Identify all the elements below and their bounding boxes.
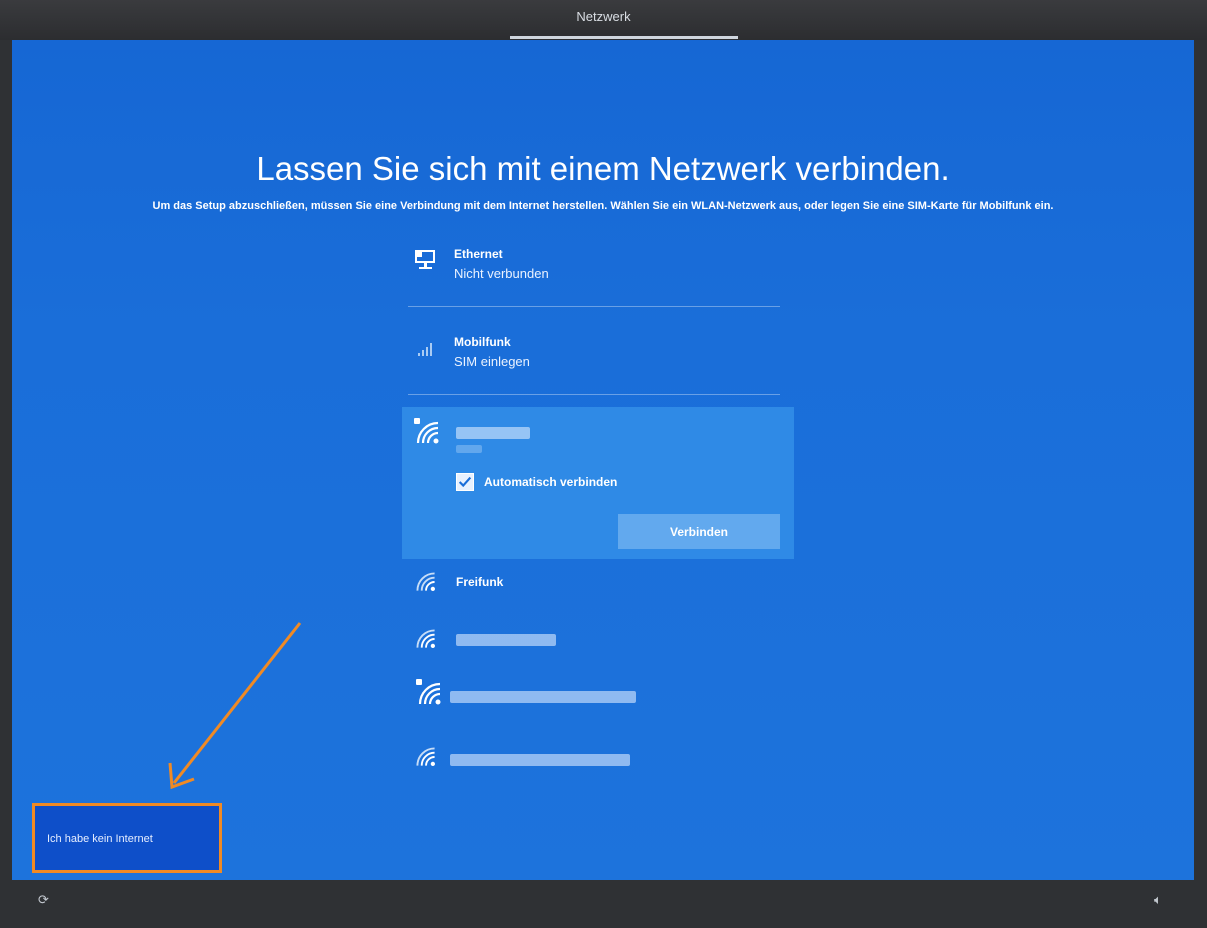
- volume-icon[interactable]: 🔈︎: [1154, 892, 1162, 908]
- no-internet-link[interactable]: Ich habe kein Internet: [32, 803, 222, 873]
- mobile-status: SIM einlegen: [454, 354, 530, 369]
- wifi-name: Freifunk: [456, 575, 504, 589]
- network-wifi-selected[interactable]: Automatisch verbinden Verbinden: [402, 407, 794, 559]
- mobile-name: Mobilfunk: [454, 335, 511, 349]
- ethernet-status: Nicht verbunden: [454, 266, 549, 281]
- ease-of-access-icon[interactable]: ⟳: [38, 892, 49, 908]
- redacted-network-name: [450, 754, 630, 766]
- network-ethernet[interactable]: Ethernet Nicht verbunden: [408, 240, 780, 300]
- connect-button[interactable]: Verbinden: [618, 514, 780, 549]
- wifi-icon: [416, 747, 435, 766]
- auto-connect-label: Automatisch verbinden: [484, 475, 618, 489]
- redacted-network-name: [456, 427, 530, 439]
- network-wifi-secured-redacted[interactable]: [414, 679, 714, 712]
- ethernet-name: Ethernet: [454, 247, 503, 261]
- bottom-bar: ⟳ 🔈︎: [0, 880, 1207, 928]
- no-internet-label: Ich habe kein Internet: [47, 833, 153, 845]
- network-wifi-redacted-2[interactable]: [414, 745, 714, 775]
- wifi-secured-icon: [416, 679, 441, 705]
- cellular-signal-icon: [418, 343, 432, 356]
- annotation-arrow-icon: [168, 622, 302, 790]
- network-wifi-freifunk[interactable]: Freifunk: [414, 570, 714, 600]
- network-wifi-redacted[interactable]: [414, 627, 714, 657]
- divider: [408, 394, 780, 395]
- redacted-network-name: [456, 634, 556, 646]
- top-bar: Netzwerk: [0, 0, 1207, 40]
- page-heading: Lassen Sie sich mit einem Netzwerk verbi…: [256, 150, 950, 187]
- network-list: Ethernet Nicht verbunden Mobilfunk SIM e…: [408, 240, 780, 395]
- tab-indicator: [510, 36, 738, 39]
- ethernet-icon: [415, 250, 435, 269]
- redacted-network-status: [456, 445, 482, 453]
- wifi-secured-icon: [414, 418, 439, 444]
- redacted-network-name: [450, 691, 636, 703]
- auto-connect-checkbox[interactable]: [456, 473, 474, 491]
- network-mobile[interactable]: Mobilfunk SIM einlegen: [408, 328, 780, 388]
- wifi-icon: [416, 572, 435, 591]
- page-subheading: Um das Setup abzuschließen, müssen Sie e…: [152, 200, 1054, 212]
- divider: [408, 306, 780, 307]
- page-title-tab: Netzwerk: [576, 9, 631, 24]
- checkmark-icon: [458, 476, 472, 488]
- wifi-icon: [416, 629, 435, 648]
